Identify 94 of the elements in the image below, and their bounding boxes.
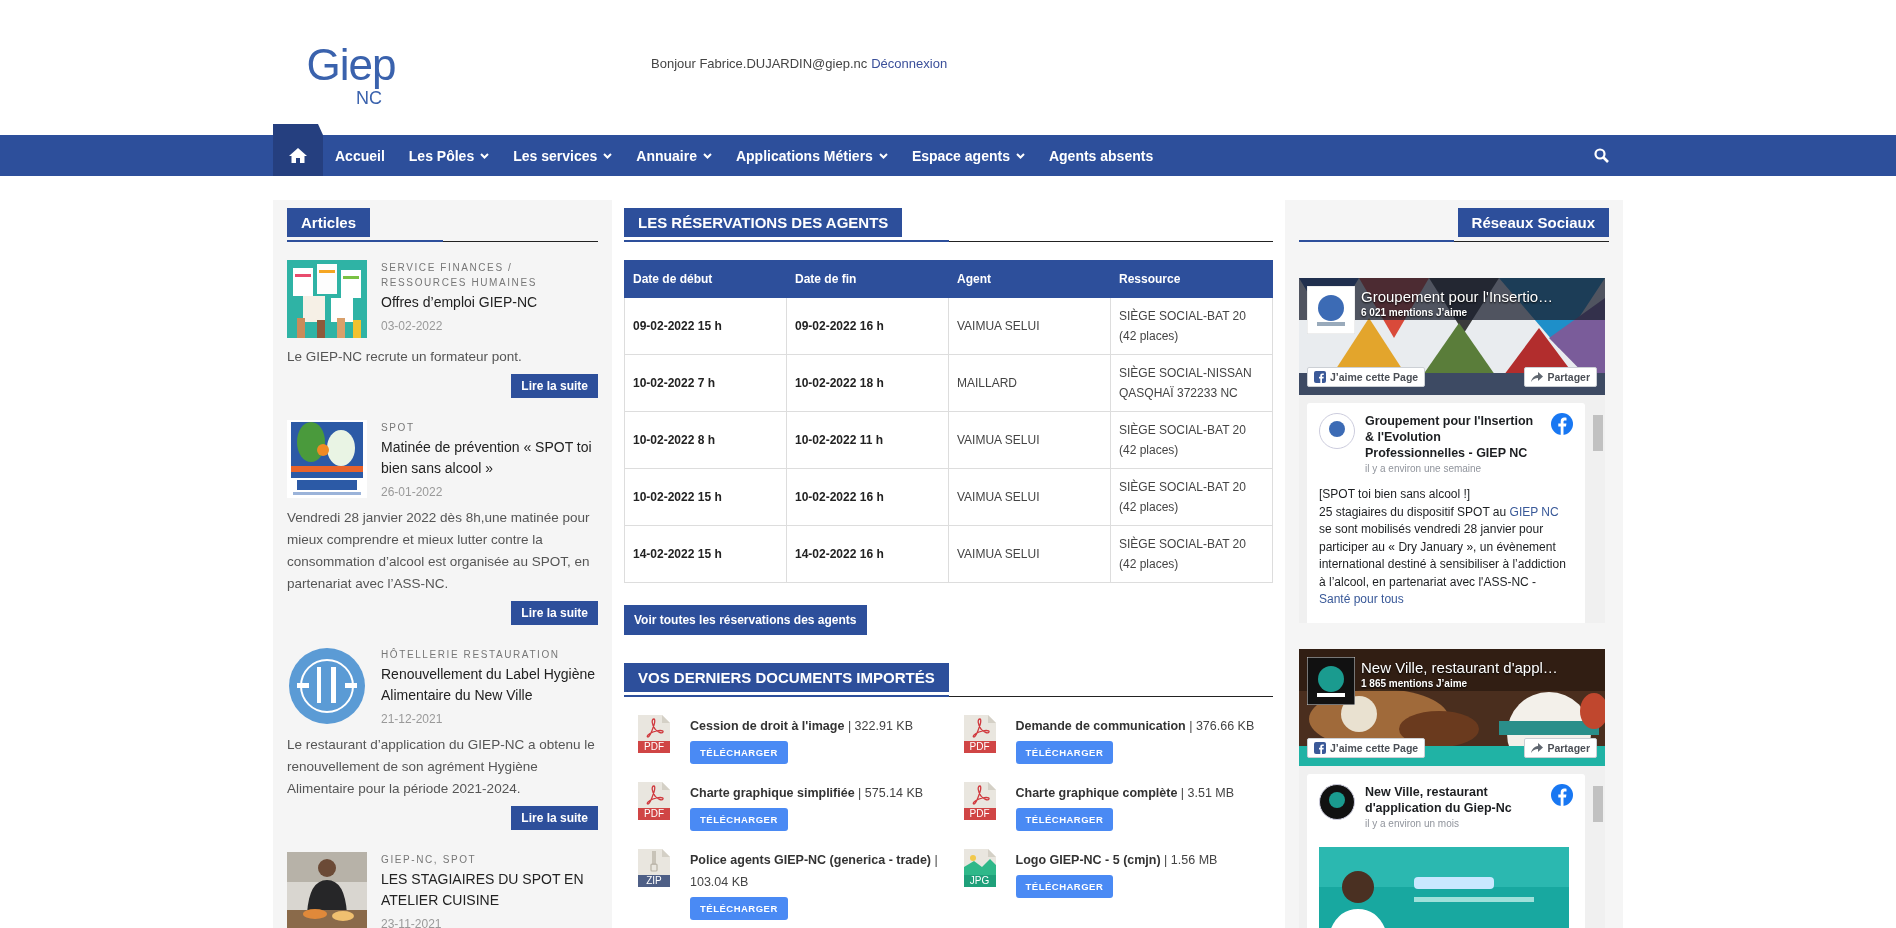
share-icon <box>1531 742 1544 753</box>
article-date: 03-02-2022 <box>381 319 444 333</box>
read-more-button[interactable]: Lire la suite <box>511 601 598 625</box>
share-icon <box>1531 372 1544 382</box>
table-cell: SIÈGE SOCIAL-BAT 20 (42 places) <box>1110 468 1273 526</box>
table-cell: 09-02-2022 16 h <box>786 297 949 355</box>
post-time: il y a environ un mois <box>1365 817 1460 829</box>
caret-icon <box>878 152 888 159</box>
page-name[interactable]: Groupement pour l'Insertio… <box>1361 288 1554 305</box>
like-page-button[interactable]: J’aime cette Page <box>1307 367 1426 387</box>
caret-icon <box>702 152 712 159</box>
nav-item[interactable]: Agents absents <box>1036 135 1166 176</box>
document-name: Demande de communication | 376.66 KB <box>1015 718 1255 735</box>
column-header: Date de début <box>624 260 787 298</box>
article-summary: Le GIEP-NC recrute un formateur pont. <box>287 348 523 366</box>
read-more-button[interactable]: Lire la suite <box>511 806 598 830</box>
facebook-icon[interactable] <box>1551 783 1573 806</box>
share-button[interactable]: Partager <box>1524 737 1597 758</box>
column-header: Ressource <box>1110 260 1273 298</box>
article-category: HÔTELLERIE RESTAURATION <box>381 647 561 662</box>
all-reservations-button[interactable]: Voir toutes les réservations des agents <box>624 605 867 635</box>
article-date: 21-12-2021 <box>381 712 444 726</box>
article-title[interactable]: LES STAGIAIRES DU SPOT EN ATELIER CUISINE <box>381 869 598 911</box>
home-icon <box>288 147 308 164</box>
column-header: Date de fin <box>786 260 949 298</box>
document-name: Logo GIEP-NC - 5 (cmjn) | 1.56 MB <box>1015 852 1218 869</box>
nav-item[interactable]: Accueil <box>323 135 397 176</box>
table-cell: 14-02-2022 15 h <box>624 525 787 583</box>
nav-item[interactable]: Annuaire <box>624 135 724 176</box>
likes-count: 1 865 mentions J’aime <box>1361 677 1469 689</box>
post-link[interactable]: Santé pour tous <box>1319 592 1404 606</box>
facebook-icon <box>1314 741 1326 754</box>
facebook-icon <box>1314 371 1326 383</box>
table-cell: MAILLARD <box>948 354 1111 412</box>
section-title: VOS DERNIERS DOCUMENTS IMPORTÉS <box>624 663 949 692</box>
table-cell: VAIMUA SELUI <box>948 411 1111 469</box>
greeting-text: Bonjour Fabrice.DUJARDIN@giep.nc <box>651 56 868 71</box>
nav-item[interactable]: Les Pôles <box>396 135 502 176</box>
table-cell: 10-02-2022 7 h <box>624 354 787 412</box>
facebook-icon[interactable] <box>1551 413 1573 435</box>
table-cell: 10-02-2022 16 h <box>786 468 949 526</box>
search-icon[interactable] <box>1594 148 1609 163</box>
table-cell: 14-02-2022 16 h <box>786 525 949 583</box>
logo[interactable]: Giep NC <box>291 42 411 114</box>
caret-icon <box>603 152 613 159</box>
post-author[interactable]: Groupement pour l'Insertion & l'Evolution Professionnelles - GIEP NC <box>1365 413 1541 461</box>
page-avatar-icon <box>1319 413 1355 449</box>
post-text: [SPOT toi bien sans alcool !] 25 stagiaires du dispositif SPOT au GIEP NC se sont mobilisés vendredi 28 janvier pour participer au « Dry January », un évènement international destiné à sensibiliser à l’addiction à l’alcool, en partenariat avec l'ASS-NC - Santé pour tous <box>1319 486 1567 608</box>
section-title: LES RÉSERVATIONS DES AGENTS <box>624 208 903 237</box>
share-button[interactable]: Partager <box>1524 367 1597 387</box>
caret-icon <box>1015 152 1025 159</box>
document-name: Charte graphique complète | 3.51 MB <box>1015 785 1235 802</box>
table-cell: SIÈGE SOCIAL-NISSAN QASQHAÏ 372233 NC <box>1110 354 1273 412</box>
column-header: Agent <box>948 260 1111 298</box>
page-avatar-icon[interactable] <box>1307 656 1355 705</box>
post-author[interactable]: New Ville, restaurant d'application du Giep-Nc <box>1365 783 1541 816</box>
table-cell: 10-02-2022 11 h <box>786 411 949 469</box>
caret-icon <box>480 152 490 159</box>
article-title[interactable]: Renouvellement du Label Hygiène Alimentaire du New Ville <box>381 664 598 706</box>
table-cell: 10-02-2022 18 h <box>786 354 949 412</box>
post-time: il y a environ une semaine <box>1365 463 1483 474</box>
article-category: SPOT <box>381 421 416 435</box>
article-category: SERVICE FINANCES / RESSOURCES HUMAINES <box>381 261 538 290</box>
section-title: Réseaux Sociaux <box>1457 208 1609 237</box>
table-cell: SIÈGE SOCIAL-BAT 20 (42 places) <box>1110 297 1273 355</box>
table-cell: VAIMUA SELUI <box>948 297 1111 355</box>
document-name: Cession de droit à l'image | 322.91 KB <box>690 718 913 735</box>
article-summary: Le restaurant d’application du GIEP-NC a obtenu le renouvellement de son agrément Hygiène Alimentaire pour la période 2021-2024. <box>287 736 596 798</box>
article-title[interactable]: Matinée de prévention « SPOT toi bien sans alcool » <box>381 437 598 479</box>
article-category: GIEP-NC, SPOT <box>381 853 478 867</box>
document-name: Police agents GIEP-NC (generica - trade) | 103.04 KB <box>690 852 939 891</box>
read-more-button[interactable]: Lire la suite <box>511 374 598 398</box>
table-cell: VAIMUA SELUI <box>948 525 1111 583</box>
article-title[interactable]: Offres d’emploi GIEP-NC <box>381 292 598 313</box>
nav-item[interactable]: Espace agents <box>899 135 1037 176</box>
nav-item[interactable]: Les services <box>501 135 625 176</box>
section-title: Articles <box>287 208 371 237</box>
table-cell: SIÈGE SOCIAL-BAT 20 (42 places) <box>1110 411 1273 469</box>
page-avatar-icon <box>1319 783 1355 820</box>
table-cell: SIÈGE SOCIAL-BAT 20 (42 places) <box>1110 525 1273 583</box>
table-cell: VAIMUA SELUI <box>948 468 1111 526</box>
likes-count: 6 021 mentions J’aime <box>1361 307 1469 318</box>
article-date: 26-01-2022 <box>381 485 444 499</box>
post-link[interactable]: GIEP NC <box>1509 504 1559 519</box>
article-summary: Vendredi 28 janvier 2022 dès 8h,une matinée pour mieux comprendre et mieux lutter contre la consommation d’alcool est organisée au SPOT, en partenariat avec l’ASS-NC. <box>287 509 591 593</box>
table-cell: 10-02-2022 15 h <box>624 468 787 526</box>
nav-item[interactable]: Applications Métiers <box>723 135 900 176</box>
document-name: Charte graphique simplifiée | 575.14 KB <box>690 785 924 802</box>
like-page-button[interactable]: J’aime cette Page <box>1307 737 1426 758</box>
table-cell: 10-02-2022 8 h <box>624 411 787 469</box>
table-cell: 09-02-2022 15 h <box>624 297 787 355</box>
page-name[interactable]: New Ville, restaurant d'appl… <box>1361 658 1558 676</box>
logout-link[interactable]: Déconnexion <box>871 56 948 71</box>
article-date: 23-11-2021 <box>381 917 443 928</box>
